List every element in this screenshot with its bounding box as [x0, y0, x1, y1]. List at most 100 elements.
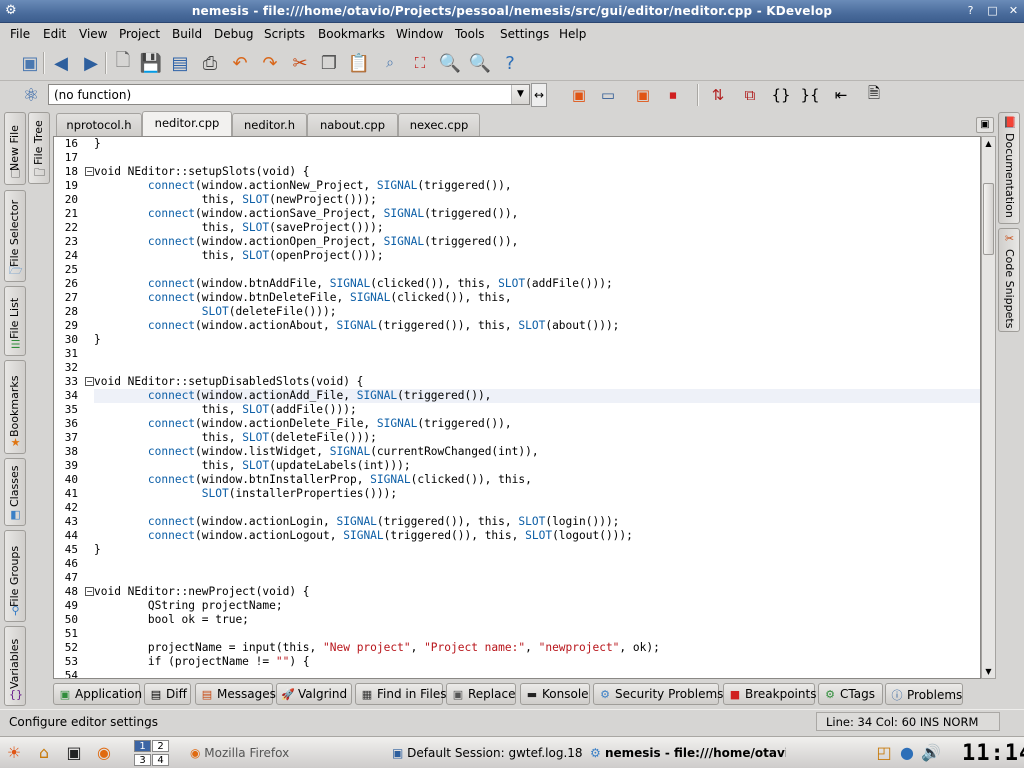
scroll-down-icon[interactable]: ▼	[983, 665, 994, 678]
navigate-icon[interactable]: ▣	[566, 82, 592, 108]
fold-toggle-icon[interactable]: −	[85, 167, 94, 176]
close-tab-icon[interactable]: ▣	[976, 117, 994, 133]
forward-icon[interactable]: ▶	[78, 50, 104, 76]
tab-file-tree[interactable]: File Tree 🗀	[28, 112, 50, 184]
code-line[interactable]: SLOT(deleteFile()));	[94, 305, 980, 319]
close-window-button[interactable]: ✕	[1005, 3, 1022, 19]
tab-file-groups[interactable]: File Groups ⚲	[4, 530, 26, 622]
code-area[interactable]: } void NEditor::setupSlots(void) { connec…	[94, 137, 980, 678]
tab-file-selector[interactable]: File Selector 🗁	[4, 190, 26, 282]
menu-window[interactable]: Window	[396, 27, 443, 41]
help-window-button[interactable]: ?	[962, 3, 979, 19]
menu-file[interactable]: File	[10, 27, 30, 41]
search-icon[interactable]: 🔍	[467, 50, 493, 76]
code-line[interactable]: connect(window.actionNew_Project, SIGNAL…	[94, 179, 980, 193]
task-session[interactable]: ▣ Default Session: gwtef.log.18	[392, 742, 586, 764]
code-line[interactable]	[94, 557, 980, 571]
code-line[interactable]: connect(window.btnAddFile, SIGNAL(clicke…	[94, 277, 980, 291]
maximize-window-button[interactable]: □	[984, 3, 1001, 19]
code-line[interactable]	[94, 571, 980, 585]
task-kdevelop[interactable]: ⚙ nemesis - file:///home/otavio	[590, 742, 786, 764]
tab-new-file[interactable]: New File 🗋	[4, 112, 26, 185]
new-project-icon[interactable]: ▣	[17, 50, 43, 76]
code-line[interactable]: this, SLOT(openProject()));	[94, 249, 980, 263]
tab-neditor-h[interactable]: neditor.h	[232, 113, 307, 136]
menu-view[interactable]: View	[79, 27, 107, 41]
save-icon[interactable]: 💾	[138, 50, 164, 76]
tab-file-list[interactable]: File List ☰	[4, 286, 26, 356]
firefox-icon[interactable]: ◉	[93, 742, 115, 764]
code-line[interactable]	[94, 627, 980, 641]
code-line[interactable]: this, SLOT(addFile()));	[94, 403, 980, 417]
back-icon[interactable]: ◀	[48, 50, 74, 76]
tab-valgrind[interactable]: 🚀 Valgrind	[276, 683, 352, 705]
fold-toggle-icon[interactable]: −	[85, 587, 94, 596]
scroll-up-icon[interactable]: ▲	[983, 137, 994, 150]
code-line[interactable]: connect(window.actionAbout, SIGNAL(trigg…	[94, 319, 980, 333]
scrollbar-thumb[interactable]	[983, 183, 994, 255]
menu-settings[interactable]: Settings	[500, 27, 549, 41]
code-line[interactable]: connect(window.actionAdd_File, SIGNAL(tr…	[94, 389, 980, 403]
code-line[interactable]: connect(window.actionSave_Project, SIGNA…	[94, 207, 980, 221]
tab-diff[interactable]: ▤ Diff	[144, 683, 191, 705]
code-line[interactable]: SLOT(installerProperties()));	[94, 487, 980, 501]
tab-neditor-cpp[interactable]: neditor.cpp	[142, 111, 232, 137]
code-line[interactable]: void NEditor::setupDisabledSlots(void) {	[94, 375, 980, 389]
code-line[interactable]: this, SLOT(deleteFile()));	[94, 431, 980, 445]
code-line[interactable]: if (projectName != "") {	[94, 655, 980, 669]
menu-edit[interactable]: Edit	[43, 27, 66, 41]
braces-out-icon[interactable]: }{	[797, 82, 823, 108]
code-line[interactable]: connect(window.actionOpen_Project, SIGNA…	[94, 235, 980, 249]
code-line[interactable]	[94, 669, 980, 678]
code-line[interactable]: this, SLOT(updateLabels(int)));	[94, 459, 980, 473]
code-line[interactable]: QString projectName;	[94, 599, 980, 613]
tab-messages[interactable]: ▤ Messages	[195, 683, 276, 705]
copy-icon[interactable]: ❐	[316, 50, 342, 76]
editor-scrollbar[interactable]: ▲ ▼	[981, 136, 996, 679]
tab-variables[interactable]: Variables {}	[4, 626, 26, 706]
code-line[interactable]: }	[94, 333, 980, 347]
split-icon[interactable]: ⧉	[737, 82, 763, 108]
jump-icon[interactable]: ⇤	[828, 82, 854, 108]
tab-security-problems[interactable]: ⚙ Security Problems	[593, 683, 723, 705]
tab-nexec-cpp[interactable]: nexec.cpp	[398, 113, 480, 136]
code-line[interactable]	[94, 501, 980, 515]
desktop-3[interactable]: 3	[134, 754, 151, 766]
code-line[interactable]: this, SLOT(saveProject()));	[94, 221, 980, 235]
menu-help[interactable]: Help	[559, 27, 586, 41]
code-line[interactable]: void NEditor::newProject(void) {	[94, 585, 980, 599]
code-editor[interactable]: 16 17 18 19 20 21 22 23 24 25 26 27 28 29 30 31 32 33 34 35…	[53, 136, 981, 679]
redo-icon[interactable]: ↷	[257, 50, 283, 76]
menu-project[interactable]: Project	[119, 27, 160, 41]
code-line[interactable]	[94, 151, 980, 165]
klipper-icon[interactable]: ◰	[873, 742, 895, 764]
code-line[interactable]: }	[94, 137, 980, 151]
code-line[interactable]: connect(window.btnDeleteFile, SIGNAL(cli…	[94, 291, 980, 305]
tab-classes[interactable]: Classes ◧	[4, 458, 26, 526]
menu-scripts[interactable]: Scripts	[264, 27, 305, 41]
code-line[interactable]: connect(window.listWidget, SIGNAL(curren…	[94, 445, 980, 459]
terminal-icon[interactable]: ▣	[63, 742, 85, 764]
kde-menu-icon[interactable]: ☀	[3, 742, 25, 764]
tab-breakpoints[interactable]: ■ Breakpoints	[723, 683, 816, 705]
volume-icon[interactable]: 🔊	[920, 742, 942, 764]
bookmark-toggle-icon[interactable]: ▣	[630, 82, 656, 108]
sort-icon[interactable]: ⇅	[705, 82, 731, 108]
code-line[interactable]	[94, 263, 980, 277]
class-browser-icon[interactable]: ⚛	[18, 82, 44, 108]
save-all-icon[interactable]: ▤	[167, 50, 193, 76]
code-line[interactable]: projectName = input(this, "New project",…	[94, 641, 980, 655]
menu-debug[interactable]: Debug	[214, 27, 253, 41]
code-line[interactable]: connect(window.actionDelete_File, SIGNAL…	[94, 417, 980, 431]
tab-nabout-cpp[interactable]: nabout.cpp	[307, 113, 398, 136]
menu-build[interactable]: Build	[172, 27, 202, 41]
tab-code-snippets[interactable]: ✂ Code Snippets	[998, 228, 1020, 332]
tab-find-in-files[interactable]: ▦ Find in Files	[355, 683, 447, 705]
splitter-handle-icon[interactable]: ↔	[531, 83, 547, 107]
code-line[interactable]: this, SLOT(newProject()));	[94, 193, 980, 207]
fullscreen-icon[interactable]: ⛶	[407, 50, 433, 76]
code-line[interactable]: void NEditor::setupSlots(void) {	[94, 165, 980, 179]
chevron-down-icon[interactable]: ▼	[511, 85, 529, 104]
tab-bookmarks[interactable]: Bookmarks ★	[4, 360, 26, 454]
print-icon[interactable]: ⎙	[197, 50, 223, 76]
